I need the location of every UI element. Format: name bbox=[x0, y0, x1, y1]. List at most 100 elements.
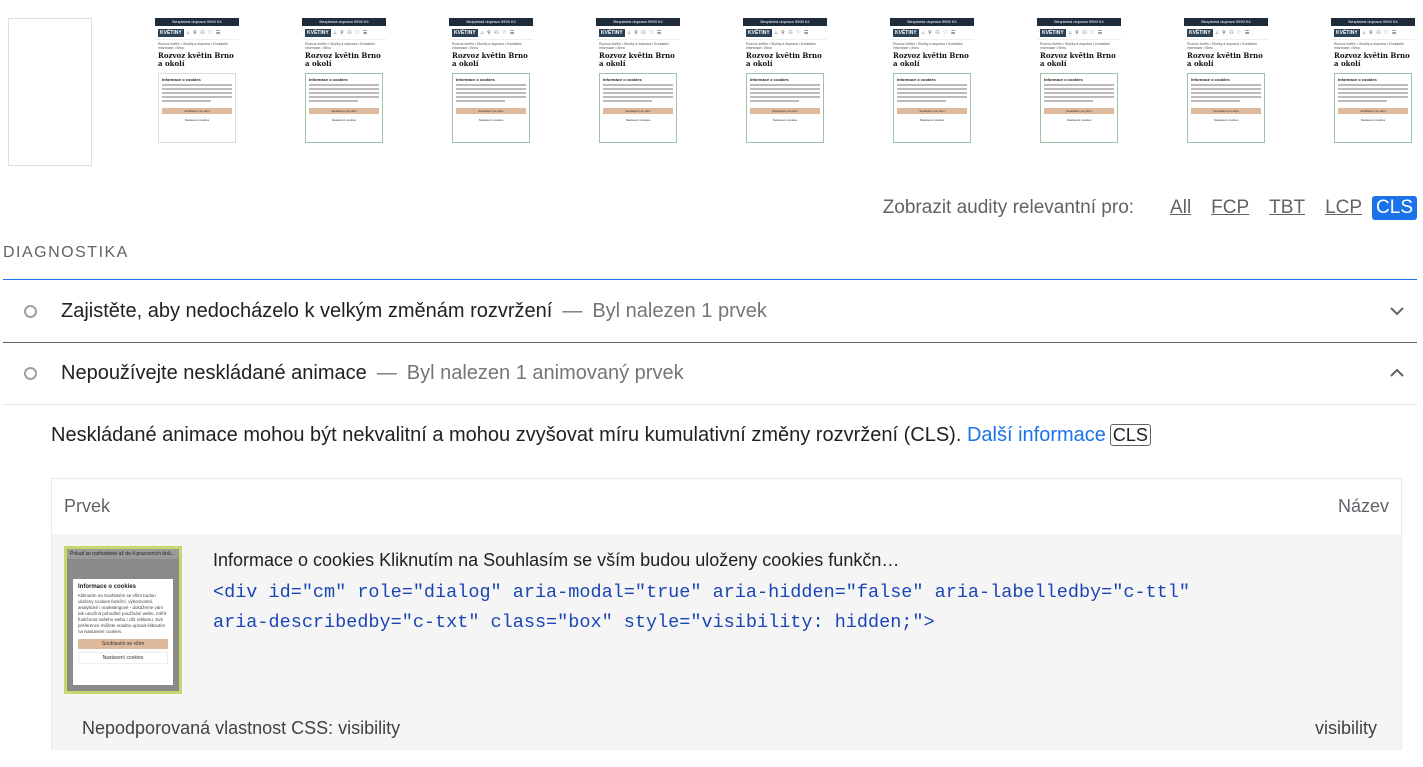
frame-header: KVĚTINY ⌂ ⚲ ⚇ ♡ ☰ bbox=[1184, 26, 1268, 40]
filmstrip-frame: Bezplatná doprava 9990 Kč KVĚTINY ⌂ ⚲ ⚇ ♡ … bbox=[743, 18, 827, 166]
thumbnail-cookie-dialog: Informace o cookies Kliknutím na Souhlas… bbox=[73, 579, 173, 685]
frame-topbar: Bezplatná doprava 9990 Kč bbox=[1184, 18, 1268, 26]
audit-separator: — bbox=[376, 362, 397, 384]
filmstrip-frame: Bezplatná doprava 9990 Kč KVĚTINY ⌂ ⚲ ⚇ ♡ … bbox=[1184, 18, 1268, 166]
frame-logo: KVĚTINY bbox=[452, 28, 478, 37]
frame-topbar: Bezplatná doprava 9990 Kč bbox=[1331, 18, 1415, 26]
frame-header-icons: ⌂ ⚲ ⚇ ♡ ☰ bbox=[333, 29, 369, 36]
frame-topbar: Bezplatná doprava 9990 Kč bbox=[596, 18, 680, 26]
filter-chip-cls[interactable]: CLS bbox=[1372, 196, 1417, 220]
audit-separator: — bbox=[562, 300, 583, 322]
learn-more-link[interactable]: Další informace bbox=[967, 424, 1106, 446]
chevron-down-icon[interactable] bbox=[1389, 303, 1405, 319]
element-screenshot-thumbnail[interactable]: Pokud se rozhodnete až do 4 pracovních d… bbox=[64, 546, 182, 694]
audit-description-text: Neskládané animace mohou být nekvalitní … bbox=[51, 424, 962, 446]
sub-item-label: Nepodporovaná vlastnost CSS: visibility bbox=[82, 718, 401, 738]
frame-title: Rozvoz květin Brno a okolí bbox=[746, 51, 822, 68]
audit-non-composited-animations[interactable]: Nepoužívejte neskládané animace — Byl na… bbox=[3, 343, 1417, 405]
frame-dialog-title: Informace o cookies bbox=[750, 77, 789, 82]
audit-status-circle-icon bbox=[24, 305, 37, 318]
frame-settings-button: Nastavení cookies bbox=[1066, 118, 1092, 122]
frame-logo: KVĚTINY bbox=[305, 28, 331, 37]
frame-header-icons: ⌂ ⚲ ⚇ ♡ ☰ bbox=[1215, 29, 1251, 36]
filmstrip-frame: Bezplatná doprava 9990 Kč KVĚTINY ⌂ ⚲ ⚇ ♡ … bbox=[302, 18, 386, 166]
frame-accept-button: Souhlasím se vším bbox=[1044, 108, 1114, 114]
frame-settings-button: Nastavení cookies bbox=[478, 118, 504, 122]
frame-logo: KVĚTINY bbox=[893, 28, 919, 37]
frame-header-icons: ⌂ ⚲ ⚇ ♡ ☰ bbox=[1362, 29, 1398, 36]
details-table: Prvek Název Pokud se rozhodnete až do 4 … bbox=[51, 478, 1402, 750]
node-code[interactable]: <div id="cm" role="dialog" aria-modal="t… bbox=[213, 578, 1253, 638]
filmstrip-frame: Bezplatná doprava 9990 Kč KVĚTINY ⌂ ⚲ ⚇ ♡ … bbox=[449, 18, 533, 166]
frame-topbar: Bezplatná doprava 9990 Kč bbox=[743, 18, 827, 26]
frame-header-icons: ⌂ ⚲ ⚇ ♡ ☰ bbox=[480, 29, 516, 36]
frame-settings-button: Nastavení cookies bbox=[772, 118, 798, 122]
frame-dialog-title: Informace o cookies bbox=[897, 77, 936, 82]
thumbnail-accept-button: Souhlasím se vším bbox=[78, 639, 168, 649]
thumbnail-dialog-text: Kliknutím na Souhlasím se vším budou ulo… bbox=[78, 593, 167, 634]
frame-dialog-title: Informace o cookies bbox=[162, 77, 201, 82]
frame-dialog-title: Informace o cookies bbox=[456, 77, 495, 82]
filter-chip-all[interactable]: All bbox=[1166, 196, 1195, 220]
frame-dialog-title: Informace o cookies bbox=[603, 77, 642, 82]
filter-chip-tbt[interactable]: TBT bbox=[1265, 196, 1309, 220]
frame-breadcrumb: Rozvoz květin • Služby a doprava • Konta… bbox=[746, 42, 816, 50]
frame-logo: KVĚTINY bbox=[1040, 28, 1066, 37]
column-header-name: Název bbox=[1337, 495, 1389, 516]
frame-cookie-dialog: Informace o cookies Souhlasím se vším Nast… bbox=[1187, 73, 1265, 143]
frame-cookie-dialog: Informace o cookies Souhlasím se vším Nast… bbox=[599, 73, 677, 143]
frame-breadcrumb: Rozvoz květin • Služby a doprava • Konta… bbox=[599, 42, 669, 50]
frame-cookie-dialog: Informace o cookies Souhlasím se vším Nast… bbox=[1334, 73, 1412, 143]
frame-header: KVĚTINY ⌂ ⚲ ⚇ ♡ ☰ bbox=[1331, 26, 1415, 40]
frame-settings-button: Nastavení cookies bbox=[184, 118, 210, 122]
frame-logo: KVĚTINY bbox=[1334, 28, 1360, 37]
frame-title: Rozvoz květin Brno a okolí bbox=[1187, 51, 1263, 68]
node-snippet: Informace o cookies Kliknutím na Souhlas… bbox=[213, 550, 900, 570]
filmstrip-frame bbox=[8, 18, 92, 166]
frame-header-icons: ⌂ ⚲ ⚇ ♡ ☰ bbox=[186, 29, 222, 36]
frame-cookie-dialog: Informace o cookies Souhlasím se vším Nast… bbox=[1040, 73, 1118, 143]
frame-topbar: Bezplatná doprava 9990 Kč bbox=[302, 18, 386, 26]
filter-label: Zobrazit audity relevantní pro: bbox=[882, 197, 1135, 218]
filter-chip-lcp[interactable]: LCP bbox=[1321, 196, 1366, 220]
metric-tag: CLS bbox=[1109, 424, 1151, 446]
frame-title: Rozvoz květin Brno a okolí bbox=[452, 51, 528, 68]
filmstrip-frame: Bezplatná doprava 9990 Kč KVĚTINY ⌂ ⚲ ⚇ ♡ … bbox=[890, 18, 974, 166]
frame-topbar: Bezplatná doprava 9990 Kč bbox=[890, 18, 974, 26]
group-title: DIAGNOSTIKA bbox=[3, 244, 129, 261]
frame-breadcrumb: Rozvoz květin • Služby a doprava • Konta… bbox=[893, 42, 963, 50]
frame-title: Rozvoz květin Brno a okolí bbox=[1040, 51, 1116, 68]
frame-cookie-dialog: Informace o cookies Souhlasím se vším Nast… bbox=[305, 73, 383, 143]
audit-title: Nepoužívejte neskládané animace bbox=[61, 362, 367, 384]
frame-breadcrumb: Rozvoz květin • Služby a doprava • Konta… bbox=[1187, 42, 1257, 50]
filmstrip-frame: Bezplatná doprava 9990 Kč KVĚTINY ⌂ ⚲ ⚇ ♡ … bbox=[596, 18, 680, 166]
frame-breadcrumb: Rozvoz květin • Služby a doprava • Konta… bbox=[1040, 42, 1110, 50]
sub-item-value: visibility bbox=[1314, 718, 1377, 738]
frame-accept-button: Souhlasím se vším bbox=[750, 108, 820, 114]
frame-settings-button: Nastavení cookies bbox=[331, 118, 357, 122]
audit-layout-shifts[interactable]: Zajistěte, aby nedocházelo k velkým změn… bbox=[3, 281, 1417, 343]
frame-header-icons: ⌂ ⚲ ⚇ ♡ ☰ bbox=[627, 29, 663, 36]
frame-breadcrumb: Rozvoz květin • Služby a doprava • Konta… bbox=[452, 42, 522, 50]
audit-summary: Byl nalezen 1 animovaný prvek bbox=[406, 362, 684, 384]
thumbnail-settings-button: Nastavení cookies bbox=[78, 652, 168, 664]
frame-dialog-title: Informace o cookies bbox=[1044, 77, 1083, 82]
chevron-up-icon[interactable] bbox=[1389, 365, 1405, 381]
frame-dialog-title: Informace o cookies bbox=[1191, 77, 1230, 82]
frame-accept-button: Souhlasím se vším bbox=[1338, 108, 1408, 114]
frame-header-icons: ⌂ ⚲ ⚇ ♡ ☰ bbox=[921, 29, 957, 36]
thumbnail-dialog-title: Informace o cookies bbox=[78, 584, 137, 590]
filter-chip-fcp[interactable]: FCP bbox=[1207, 196, 1253, 220]
group-divider bbox=[3, 279, 1417, 280]
filmstrip-frame: Bezplatná doprava 9990 Kč KVĚTINY ⌂ ⚲ ⚇ ♡ … bbox=[1331, 18, 1415, 166]
thumbnail-top-text: Pokud se rozhodnete až do 4 pracovních d… bbox=[67, 549, 179, 559]
frame-settings-button: Nastavení cookies bbox=[1213, 118, 1239, 122]
audit-filter: Zobrazit audity relevantní pro: All FCP … bbox=[883, 196, 1417, 220]
frame-accept-button: Souhlasím se vším bbox=[456, 108, 526, 114]
frame-title: Rozvoz květin Brno a okolí bbox=[1334, 51, 1410, 68]
frame-cookie-dialog: Informace o cookies Souhlasím se vším Nast… bbox=[158, 73, 236, 143]
frame-topbar: Bezplatná doprava 9990 Kč bbox=[449, 18, 533, 26]
frame-logo: KVĚTINY bbox=[158, 28, 184, 37]
frame-cookie-dialog: Informace o cookies Souhlasím se vším Nast… bbox=[452, 73, 530, 143]
frame-accept-button: Souhlasím se vším bbox=[309, 108, 379, 114]
